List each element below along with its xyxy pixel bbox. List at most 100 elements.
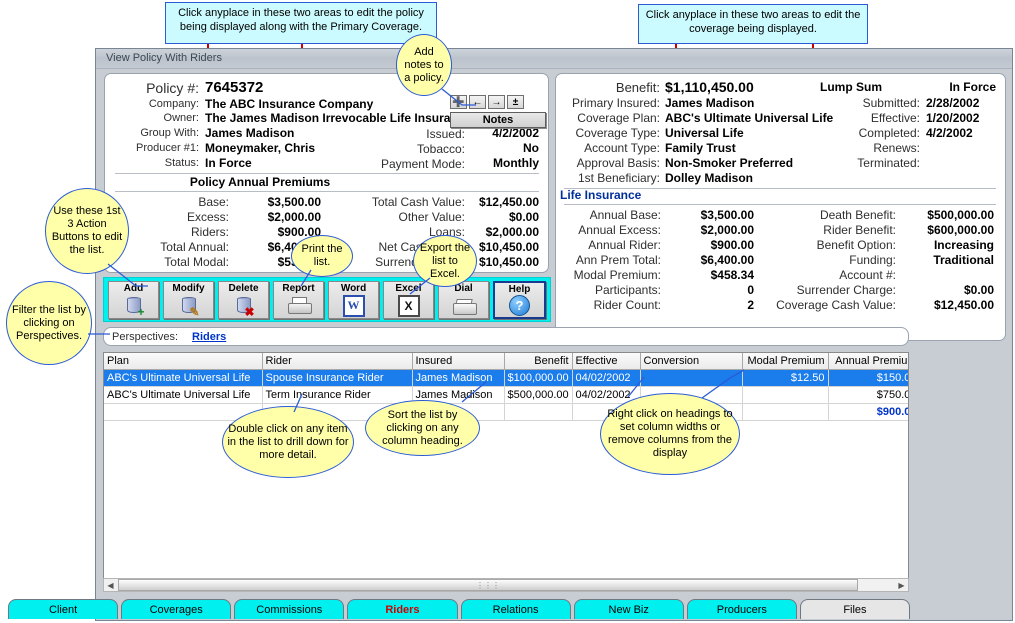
tab-relations[interactable]: Relations	[461, 599, 571, 619]
callout-sort: Sort the list by clicking on any column …	[365, 400, 480, 456]
coverage-divider-2	[564, 204, 996, 205]
leader-action-buttons	[106, 262, 151, 294]
coverage-value-6: Dolley Madison	[665, 171, 753, 185]
riders-grid[interactable]: Plan Rider Insured Benefit Effective Con…	[103, 352, 909, 592]
tab-coverages[interactable]: Coverages	[121, 599, 231, 619]
tab-riders-label: Riders	[385, 604, 419, 616]
tab-client[interactable]: Client	[8, 599, 118, 619]
cell-modal-premium: $12.50	[742, 370, 828, 387]
detail-left-label-1: Annual Excess:	[556, 223, 661, 237]
nav-last-icon[interactable]: ±	[507, 95, 524, 109]
coverage-right-label-2: Completed:	[792, 126, 920, 140]
scroll-left-icon[interactable]: ◀	[104, 579, 117, 591]
callout-coverage-edit: Click anyplace in these two areas to edi…	[638, 4, 868, 44]
coverage-right-label-1: Effective:	[792, 111, 920, 125]
table-total-row: $900.00	[104, 404, 909, 421]
detail-right-label-6: Coverage Cash Value:	[746, 298, 896, 312]
detail-left-label-5: Participants:	[556, 283, 661, 297]
coverage-value-0: $1,110,450.00	[665, 79, 754, 95]
tab-producers-label: Producers	[717, 604, 767, 616]
premium-right-value-0: $12,450.00	[435, 195, 539, 209]
tab-new-biz[interactable]: New Biz	[574, 599, 684, 619]
coverage-panel[interactable]: Benefit: $1,110,450.00 Lump Sum In Force…	[555, 73, 1006, 341]
cell-annual-premium: $750.00	[828, 387, 909, 404]
detail-right-value-1: $600,000.00	[886, 223, 994, 237]
premium-left-label-0: Base:	[135, 195, 229, 209]
coverage-value-4: Family Trust	[665, 141, 736, 155]
tab-riders[interactable]: Riders	[347, 599, 457, 619]
coverage-label-2: Coverage Plan:	[566, 111, 660, 125]
leader-right-click-2	[614, 375, 654, 403]
perspectives-bar[interactable]: Perspectives: Riders	[103, 327, 909, 346]
cell-rider: Spouse Insurance Rider	[262, 370, 412, 387]
cell-annual-premium: $150.00	[828, 370, 909, 387]
perspectives-link[interactable]: Riders	[192, 331, 226, 343]
scrollbar-thumb[interactable]: ⋮⋮⋮	[118, 579, 858, 591]
policy-label-2: Owner:	[119, 112, 199, 124]
column-header-modal-premium[interactable]: Modal Premium	[742, 353, 828, 370]
database-add-icon: +	[127, 294, 141, 318]
coverage-right-value-2: 4/2/2002	[926, 126, 973, 140]
scroll-right-icon[interactable]: ▶	[895, 579, 908, 591]
detail-right-label-2: Benefit Option:	[756, 238, 896, 252]
cell-benefit: $100,000.00	[504, 370, 572, 387]
table-header-row[interactable]: Plan Rider Insured Benefit Effective Con…	[104, 353, 909, 370]
column-header-rider[interactable]: Rider	[262, 353, 412, 370]
tab-bar: Client Coverages Commissions Riders Rela…	[8, 595, 910, 619]
coverage-right-label-4: Terminated:	[792, 156, 920, 170]
notes-button[interactable]: Notes	[450, 112, 546, 128]
column-header-plan[interactable]: Plan	[104, 353, 262, 370]
printer-icon	[288, 294, 310, 318]
cell-modal-premium	[742, 387, 828, 404]
column-header-benefit[interactable]: Benefit	[504, 353, 572, 370]
tab-producers[interactable]: Producers	[687, 599, 797, 619]
column-header-annual-premium[interactable]: Annual Premium	[828, 353, 909, 370]
action-button-bar: Add + Modify ✎ Delete ✖ Report Word W Ex…	[103, 277, 551, 322]
tab-commissions-label: Commissions	[256, 604, 322, 616]
callout-right-click: Right click on headings to set column wi…	[600, 393, 740, 475]
coverage-value-1: James Madison	[665, 96, 754, 110]
coverage-status: In Force	[876, 80, 996, 94]
leader-sort	[452, 380, 492, 408]
detail-left-value-0: $3,500.00	[664, 208, 754, 222]
coverage-label-4: Account Type:	[566, 141, 660, 155]
premium-section-title: Policy Annual Premiums	[115, 175, 405, 189]
word-button-label: Word	[341, 283, 366, 294]
detail-right-label-4: Account #:	[756, 268, 896, 282]
tab-files[interactable]: Files	[800, 599, 910, 619]
cell-rider: Term Insurance Rider	[262, 387, 412, 404]
cell-benefit	[504, 404, 572, 421]
detail-left-value-6: 2	[664, 298, 754, 312]
tab-commissions[interactable]: Commissions	[234, 599, 344, 619]
detail-left-label-6: Rider Count:	[556, 298, 661, 312]
premium-right-value-1: $0.00	[435, 210, 539, 224]
premium-left-label-1: Excess:	[135, 210, 229, 224]
policy-value-3: James Madison	[205, 126, 294, 140]
nav-next-icon[interactable]: →	[488, 95, 505, 109]
database-edit-icon: ✎	[182, 294, 196, 318]
horizontal-scrollbar[interactable]: ◀ ⋮⋮⋮ ▶	[103, 578, 909, 592]
policy-value-1: The ABC Insurance Company	[205, 97, 373, 111]
column-header-insured[interactable]: Insured	[412, 353, 504, 370]
delete-button[interactable]: Delete ✖	[218, 281, 269, 319]
table-row[interactable]: ABC's Ultimate Universal Life Spouse Ins…	[104, 370, 909, 387]
coverage-right-label-0: Submitted:	[792, 96, 920, 110]
column-header-effective[interactable]: Effective	[572, 353, 640, 370]
callout-filter: Filter the list by clicking on Perspecti…	[6, 281, 92, 365]
detail-left-value-1: $2,000.00	[664, 223, 754, 237]
leader-print	[297, 268, 321, 290]
help-button-label: Help	[509, 284, 531, 295]
modify-button[interactable]: Modify ✎	[163, 281, 214, 319]
detail-left-value-4: $458.34	[664, 268, 754, 282]
policy-right-value-2: Monthly	[405, 156, 539, 170]
policy-label-1: Company:	[119, 98, 199, 110]
detail-right-value-3: Traditional	[886, 253, 994, 267]
coverage-right-value-1: 1/20/2002	[926, 111, 979, 125]
table-row[interactable]: ABC's Ultimate Universal Life Term Insur…	[104, 387, 909, 404]
policy-label-3: Group With:	[119, 127, 199, 139]
help-button[interactable]: Help ?	[493, 281, 546, 319]
coverage-value-3: Universal Life	[665, 126, 744, 140]
word-button[interactable]: Word W	[328, 281, 379, 319]
detail-right-label-5: Surrender Charge:	[756, 283, 896, 297]
detail-right-label-1: Rider Benefit:	[756, 223, 896, 237]
